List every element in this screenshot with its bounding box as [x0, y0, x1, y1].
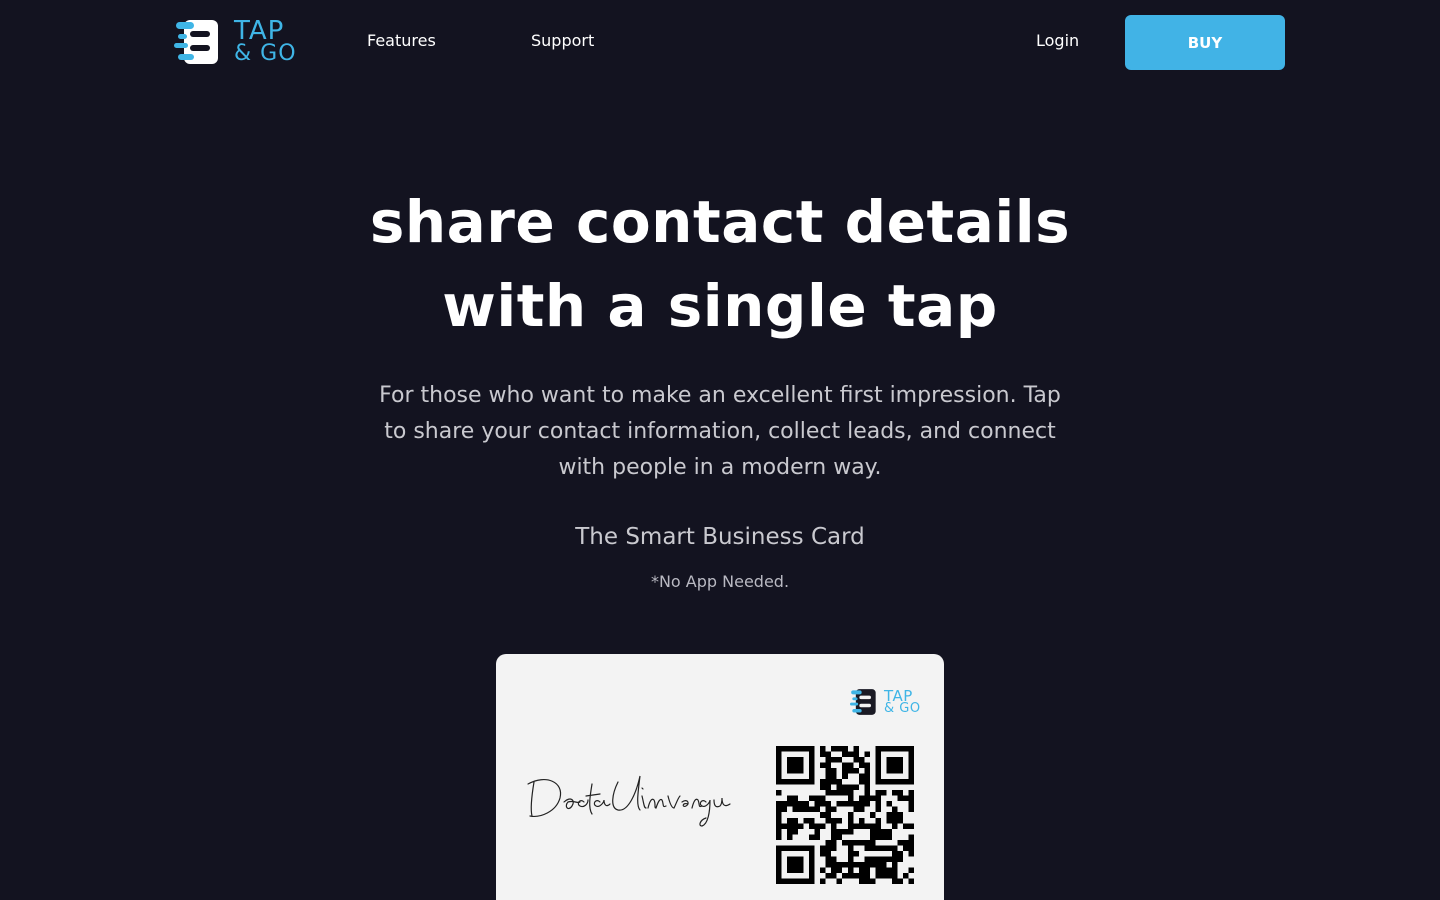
- business-card-image: TAP & GO: [496, 654, 944, 900]
- product-tagline: The Smart Business Card: [575, 524, 865, 550]
- hero-subtitle: For those who want to make an excellent …: [379, 383, 1061, 480]
- hero-title: share contact details with a single tap: [320, 180, 1120, 348]
- logo-line2: & GO: [234, 40, 297, 66]
- landing-page: TAP & GO Features Support Login BUY shar…: [0, 0, 1440, 900]
- nav-support-link[interactable]: Support: [531, 31, 594, 50]
- no-app-note: *No App Needed.: [650, 572, 790, 591]
- nav-features-link[interactable]: Features: [367, 31, 436, 50]
- logo-mark-icon: [174, 20, 218, 64]
- card-logo-line2: & GO: [884, 700, 921, 716]
- logo-wordmark: TAP & GO: [234, 18, 297, 66]
- card-logo-mark-icon: [850, 689, 876, 715]
- nav-login-link[interactable]: Login: [1036, 31, 1079, 50]
- card-logo: TAP & GO: [850, 688, 921, 716]
- qr-code: [776, 746, 914, 884]
- brand-logo[interactable]: TAP & GO: [174, 18, 297, 66]
- hero-title-line2: with a single tap: [442, 272, 998, 340]
- hero-title-line1: share contact details: [369, 188, 1071, 256]
- card-logo-wordmark: TAP & GO: [884, 688, 921, 716]
- buy-button[interactable]: BUY: [1125, 15, 1285, 70]
- handwritten-signature: [527, 775, 731, 827]
